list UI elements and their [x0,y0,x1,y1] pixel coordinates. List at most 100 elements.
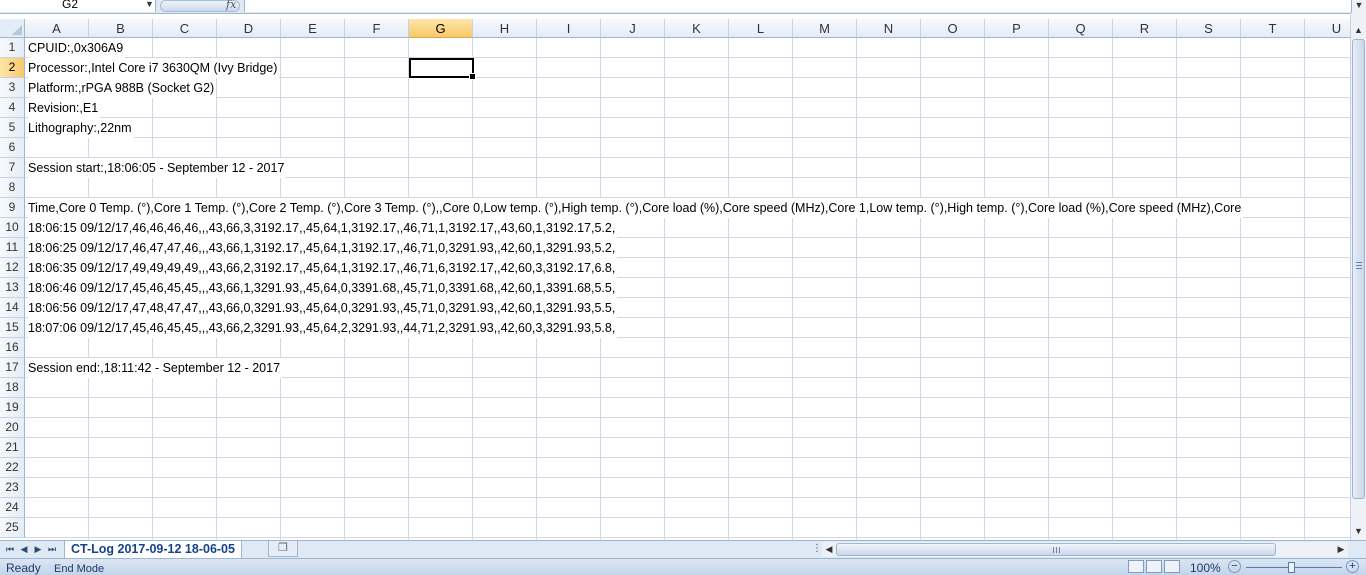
cell-a15[interactable]: 18:07:06 09/12/17,45,46,45,45,,,43,66,2,… [28,318,618,338]
row-header-9[interactable]: 9 [0,198,25,218]
row-header-6[interactable]: 6 [0,138,25,158]
cell-a13[interactable]: 18:06:46 09/12/17,45,46,45,45,,,43,66,1,… [28,278,618,298]
row-header-12[interactable]: 12 [0,258,25,278]
cell-a17[interactable]: Session end:,18:11:42 - September 12 - 2… [28,358,283,378]
column-header-u[interactable]: U [1305,19,1350,38]
row-header-15[interactable]: 15 [0,318,25,338]
row-header-1[interactable]: 1 [0,38,25,58]
column-header-g[interactable]: G [409,19,473,38]
row-header-2[interactable]: 2 [0,58,25,78]
expand-formula-bar-icon[interactable]: ▼ [1351,0,1366,13]
row-header-7[interactable]: 7 [0,158,25,178]
row-headers: 1 2 3 4 5 6 7 8 9 10 11 12 13 14 15 16 17 18 19 20 21 22 23 24 2… [0,38,25,540]
scroll-up-icon[interactable]: ▲ [1351,23,1366,37]
chevron-down-icon[interactable]: ▼ [145,0,154,10]
column-header-p[interactable]: P [985,19,1049,38]
last-sheet-icon[interactable]: ⏭ [45,542,59,556]
row-header-24[interactable]: 24 [0,498,25,518]
row-header-14[interactable]: 14 [0,298,25,318]
row-header-23[interactable]: 23 [0,478,25,498]
column-header-e[interactable]: E [281,19,345,38]
row-header-22[interactable]: 22 [0,458,25,478]
column-header-c[interactable]: C [153,19,217,38]
page-layout-view-icon[interactable] [1146,560,1162,573]
insert-function-icon[interactable]: fx [226,0,236,11]
zoom-level[interactable]: 100% [1190,561,1221,575]
zoom-out-icon[interactable]: − [1228,560,1241,573]
column-header-q[interactable]: Q [1049,19,1113,38]
column-header-f[interactable]: F [345,19,409,38]
row-header-18[interactable]: 18 [0,378,25,398]
row-header-3[interactable]: 3 [0,78,25,98]
vertical-scroll-thumb[interactable] [1352,39,1365,499]
page-break-view-icon[interactable] [1164,560,1180,573]
gridline [856,38,857,540]
scroll-right-icon[interactable]: ▶ [1334,542,1348,557]
cell-area[interactable]: CPUID:,0x306A9 Processor:,Intel Core i7 3… [25,38,1350,540]
column-headers: ABCDEFGHIJKLMNOPQRSTU [25,19,1350,38]
zoom-slider-thumb[interactable] [1288,562,1295,573]
sheet-tab-bar: ⏮ ◀ ▶ ⏭ CT-Log 2017-09-12 18-06-05 ❐ ⋮ ◀… [0,540,1366,559]
row-header-13[interactable]: 13 [0,278,25,298]
next-sheet-icon[interactable]: ▶ [31,542,45,556]
column-header-h[interactable]: H [473,19,537,38]
column-header-d[interactable]: D [217,19,281,38]
cell-a10[interactable]: 18:06:15 09/12/17,46,46,46,46,,,43,66,3,… [28,218,618,238]
tab-split-handle[interactable]: ⋮ [812,543,822,555]
row-header-16[interactable]: 16 [0,338,25,358]
column-header-o[interactable]: O [921,19,985,38]
scroll-left-icon[interactable]: ◀ [822,542,836,557]
row-header-4[interactable]: 4 [0,98,25,118]
gridline [728,38,729,540]
cell-a2[interactable]: Processor:,Intel Core i7 3630QM (Ivy Bri… [28,58,280,78]
cell-a14[interactable]: 18:06:56 09/12/17,47,48,47,47,,,43,66,0,… [28,298,618,318]
cell-a4[interactable]: Revision:,E1 [28,98,101,118]
row-header-8[interactable]: 8 [0,178,25,198]
row-header-5[interactable]: 5 [0,118,25,138]
column-header-b[interactable]: B [89,19,153,38]
column-header-i[interactable]: I [537,19,601,38]
first-sheet-icon[interactable]: ⏮ [3,542,17,556]
sheet-tab-active[interactable]: CT-Log 2017-09-12 18-06-05 [64,541,242,559]
column-header-t[interactable]: T [1241,19,1305,38]
vertical-scrollbar[interactable]: ▲ ▼ [1350,13,1366,540]
column-header-m[interactable]: M [793,19,857,38]
active-cell[interactable] [409,58,476,80]
insert-sheet-icon[interactable]: ❐ [268,541,298,557]
column-header-n[interactable]: N [857,19,921,38]
worksheet-grid: ABCDEFGHIJKLMNOPQRSTU 1 2 3 4 5 6 7 8 9 10 11 12 13 1… [0,19,1350,540]
cell-a3[interactable]: Platform:,rPGA 988B (Socket G2) [28,78,217,98]
row-header-17[interactable]: 17 [0,358,25,378]
previous-sheet-icon[interactable]: ◀ [17,542,31,556]
gridline [984,38,985,540]
column-header-a[interactable]: A [25,19,89,38]
column-header-s[interactable]: S [1177,19,1241,38]
horizontal-scroll-thumb[interactable] [836,543,1276,556]
cell-a12[interactable]: 18:06:35 09/12/17,49,49,49,49,,,43,66,2,… [28,258,618,278]
normal-view-icon[interactable] [1128,560,1144,573]
row-header-19[interactable]: 19 [0,398,25,418]
cell-a7[interactable]: Session start:,18:06:05 - September 12 -… [28,158,287,178]
row-header-20[interactable]: 20 [0,418,25,438]
horizontal-scrollbar[interactable]: ◀ ▶ [822,542,1348,557]
row-header-21[interactable]: 21 [0,438,25,458]
cell-a9[interactable]: Time,Core 0 Temp. (°),Core 1 Temp. (°),C… [28,198,1244,218]
row-header-10[interactable]: 10 [0,218,25,238]
zoom-in-icon[interactable]: + [1346,560,1359,573]
gridline [1304,38,1305,540]
column-header-j[interactable]: J [601,19,665,38]
select-all-button[interactable] [0,19,25,38]
column-header-r[interactable]: R [1113,19,1177,38]
column-header-l[interactable]: L [729,19,793,38]
cell-a1[interactable]: CPUID:,0x306A9 [28,38,126,58]
formula-input[interactable] [244,0,1352,12]
gridline [1240,38,1241,540]
cell-a11[interactable]: 18:06:25 09/12/17,46,47,47,46,,,43,66,1,… [28,238,618,258]
row-header-25[interactable]: 25 [0,518,25,538]
scroll-down-icon[interactable]: ▼ [1351,524,1366,538]
name-box[interactable]: G2 ▼ [0,0,156,12]
cell-a5[interactable]: Lithography:,22nm [28,118,134,138]
status-mode: End Mode [54,563,105,575]
column-header-k[interactable]: K [665,19,729,38]
row-header-11[interactable]: 11 [0,238,25,258]
